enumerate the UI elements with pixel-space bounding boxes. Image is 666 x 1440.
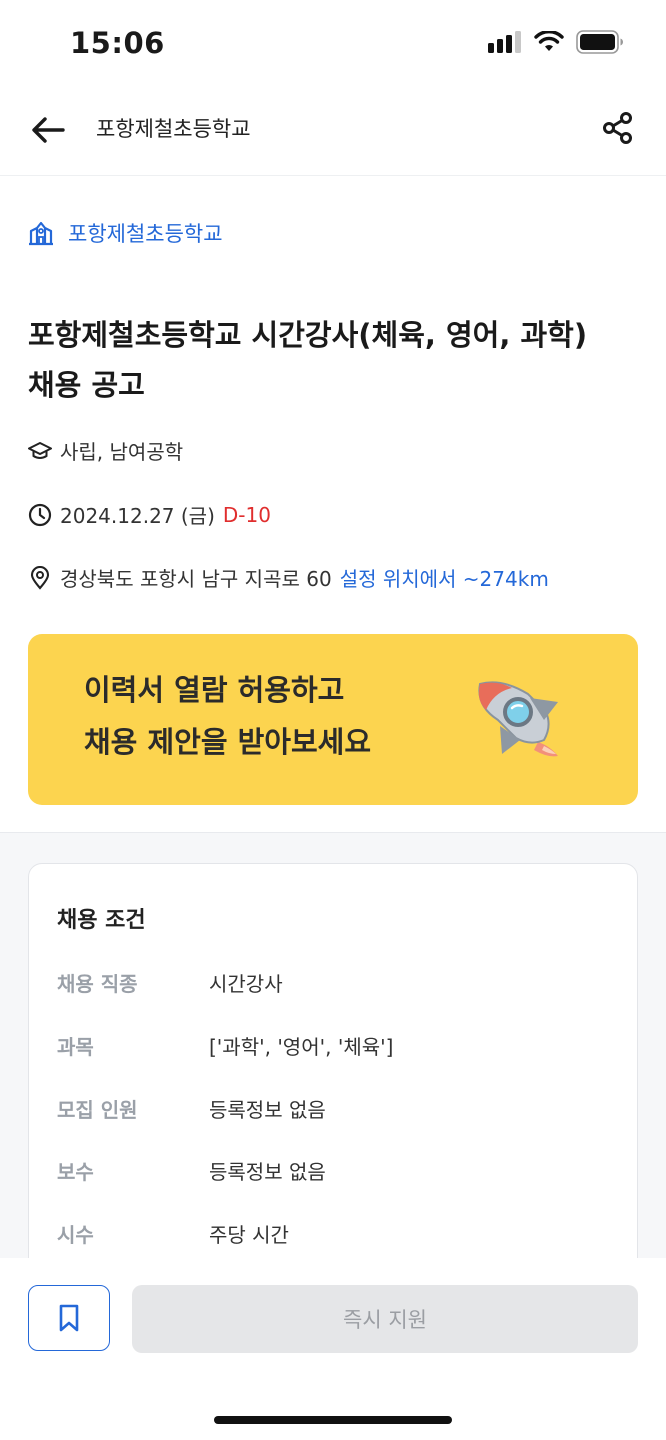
- status-icons: [488, 30, 624, 54]
- resume-offer-banner[interactable]: 이력서 열람 허용하고 채용 제안을 받아보세요: [28, 634, 638, 805]
- condition-label: 보수: [57, 1160, 94, 1184]
- distance-link[interactable]: 설정 위치에서 ~274km: [340, 563, 549, 592]
- status-bar: 15:06: [0, 0, 666, 88]
- school-building-icon: [29, 221, 53, 246]
- wifi-icon: [534, 31, 564, 51]
- hiring-conditions-card: 채용 조건 채용 직종 시간강사 과목 ['과학', '영어', '체육'] 모…: [28, 863, 638, 1283]
- back-button[interactable]: [26, 108, 70, 152]
- share-button[interactable]: [596, 106, 640, 150]
- conditions-title: 채용 조건: [57, 908, 146, 933]
- graduation-cap-icon: [28, 439, 52, 463]
- share-icon: [603, 112, 632, 144]
- bookmark-button[interactable]: [28, 1285, 110, 1351]
- signal-icon: [488, 31, 521, 53]
- condition-value: 시간강사: [209, 972, 283, 996]
- location-pin-icon: [28, 565, 52, 590]
- address: 경상북도 포항시 남구 지곡로 60: [60, 567, 332, 591]
- location-row: 경상북도 포항시 남구 지곡로 60 설정 위치에서 ~274km: [28, 563, 549, 592]
- job-title: 포항제철초등학교 시간강사(체육, 영어, 과학) 채용 공고: [28, 310, 638, 410]
- job-title-line1: 포항제철초등학교 시간강사(체육, 영어, 과학): [28, 318, 588, 352]
- apply-now-button[interactable]: 즉시 지원: [132, 1285, 638, 1353]
- job-title-line2: 채용 공고: [28, 368, 145, 402]
- deadline-date: 2024.12.27 (금): [60, 504, 215, 528]
- condition-label: 모집 인원: [57, 1098, 138, 1122]
- status-time: 15:06: [70, 26, 165, 60]
- condition-label: 시수: [57, 1223, 94, 1247]
- clock-icon: [28, 503, 52, 527]
- app-header: 포항제철초등학교: [0, 88, 666, 176]
- dday-badge: D-10: [222, 502, 271, 527]
- condition-value: 등록정보 없음: [209, 1098, 326, 1122]
- banner-line2: 채용 제안을 받아보세요: [84, 725, 371, 759]
- condition-value: 주당 시간: [209, 1223, 289, 1247]
- condition-label: 과목: [57, 1035, 94, 1059]
- banner-text: 이력서 열람 허용하고 채용 제안을 받아보세요: [84, 664, 371, 768]
- bottom-action-bar: 즉시 지원: [0, 1258, 666, 1440]
- school-link[interactable]: 포항제철초등학교: [28, 218, 223, 248]
- home-indicator: [214, 1416, 452, 1424]
- school-type-row: 사립, 남여공학: [28, 436, 183, 465]
- battery-icon: [576, 30, 623, 54]
- rocket-icon: [478, 681, 558, 757]
- school-type: 사립, 남여공학: [60, 440, 184, 464]
- arrow-left-icon: [32, 117, 65, 143]
- condition-value: 등록정보 없음: [209, 1160, 326, 1184]
- bookmark-icon: [59, 1304, 79, 1332]
- condition-value: ['과학', '영어', '체육']: [209, 1035, 394, 1059]
- condition-label: 채용 직종: [57, 972, 138, 996]
- page-title: 포항제철초등학교: [96, 117, 251, 141]
- school-name-link: 포항제철초등학교: [68, 222, 223, 246]
- deadline-row: 2024.12.27 (금) D-10: [28, 500, 271, 529]
- banner-line1: 이력서 열람 허용하고: [84, 673, 345, 707]
